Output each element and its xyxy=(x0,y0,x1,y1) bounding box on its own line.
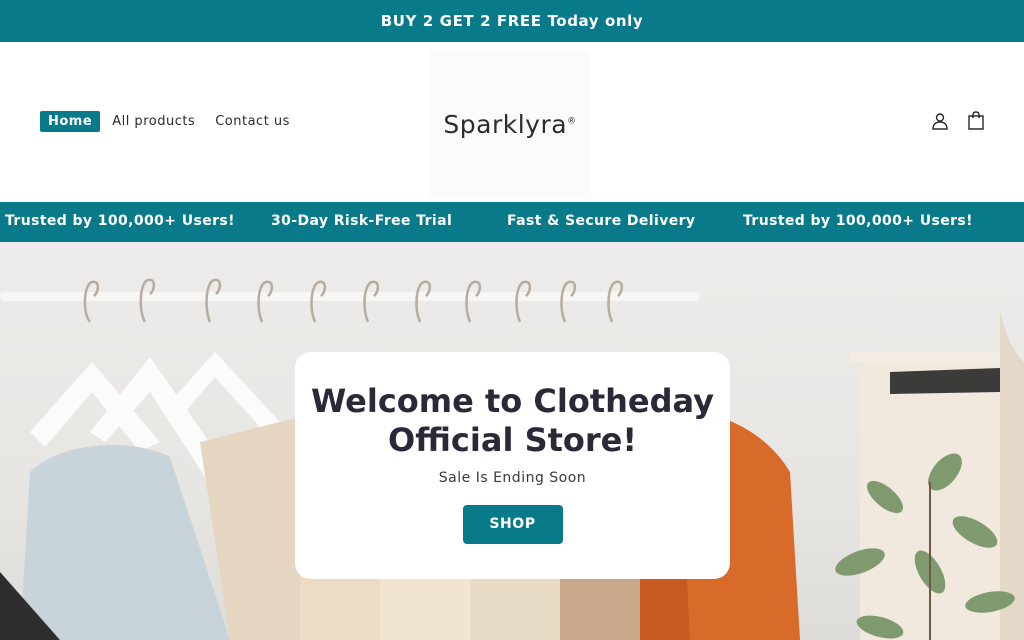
shop-button[interactable]: SHOP xyxy=(462,505,563,544)
cart-icon[interactable] xyxy=(966,110,986,132)
main-nav: Home All products Contact us xyxy=(40,111,302,132)
hero-subtitle: Sale Is Ending Soon xyxy=(438,470,587,486)
ticker-item: 30-Day Risk-Free Trial xyxy=(271,213,453,229)
registered-mark: ® xyxy=(567,116,577,127)
account-icon[interactable] xyxy=(930,110,950,132)
header-icons xyxy=(930,110,986,132)
hero-card: Welcome to Clotheday Official Store! Sal… xyxy=(295,352,730,579)
logo-wordmark: Sparklyra xyxy=(443,109,568,139)
logo-text: Sparklyra® xyxy=(443,110,576,139)
hero-banner: Welcome to Clotheday Official Store! Sal… xyxy=(0,242,1024,640)
site-header: Home All products Contact us Sparklyra® xyxy=(0,42,1024,202)
nav-item-contact-us[interactable]: Contact us xyxy=(207,111,298,132)
nav-item-home[interactable]: Home xyxy=(40,111,101,132)
hero-title: Welcome to Clotheday Official Store! xyxy=(295,382,730,460)
ticker-item: Trusted by 100,000+ Users! xyxy=(5,213,235,229)
announcement-bar: BUY 2 GET 2 FREE Today only xyxy=(0,0,1024,42)
announcement-text: BUY 2 GET 2 FREE Today only xyxy=(380,12,644,30)
hero-title-line-1: Welcome to Clotheday xyxy=(311,382,714,420)
ticker-item: Trusted by 100,000+ Users! xyxy=(743,213,973,229)
logo[interactable]: Sparklyra® xyxy=(430,50,590,198)
nav-item-all-products[interactable]: All products xyxy=(104,111,203,132)
trust-ticker: Trusted by 100,000+ Users! 30-Day Risk-F… xyxy=(0,202,1024,242)
hero-title-line-2: Official Store! xyxy=(388,421,637,459)
ticker-item: Fast & Secure Delivery xyxy=(507,213,696,229)
